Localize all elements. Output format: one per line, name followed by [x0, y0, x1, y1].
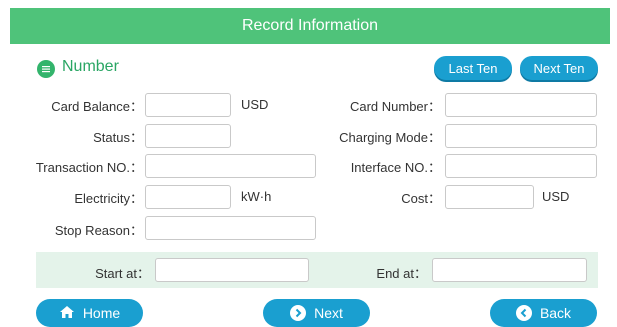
card-balance-unit: USD — [241, 97, 269, 112]
card-number-field[interactable] — [445, 93, 597, 117]
electricity-unit: kW·h — [241, 189, 272, 204]
list-icon — [37, 60, 55, 78]
card-balance-field[interactable] — [145, 93, 231, 117]
transaction-no-label: Transaction NO.： — [35, 160, 143, 175]
interface-no-field[interactable] — [445, 154, 597, 178]
start-at-field[interactable] — [155, 258, 309, 282]
end-at-label: End at： — [376, 266, 427, 281]
back-label: Back — [539, 305, 572, 321]
charging-mode-field[interactable] — [445, 124, 597, 148]
page-title: Record Information — [241, 17, 379, 34]
start-at-label: Start at： — [95, 266, 150, 281]
home-label: Home — [82, 305, 121, 321]
end-at-field[interactable] — [432, 258, 587, 282]
last-ten-button[interactable]: Last Ten — [434, 56, 512, 80]
interface-no-label: Interface NO.： — [350, 160, 441, 175]
arrow-right-icon — [290, 305, 307, 321]
cost-unit: USD — [542, 189, 570, 204]
last-ten-label: Last Ten — [448, 60, 498, 76]
next-label: Next — [314, 305, 343, 321]
home-button[interactable]: Home — [36, 299, 143, 327]
back-button[interactable]: Back — [490, 299, 597, 327]
next-ten-label: Next Ten — [533, 60, 585, 76]
page-header: Record Information — [10, 8, 610, 44]
electricity-label: Electricity： — [74, 191, 143, 206]
transaction-no-field[interactable] — [145, 154, 316, 178]
section-title: Number — [62, 58, 119, 75]
cost-field[interactable] — [445, 185, 534, 209]
status-field[interactable] — [145, 124, 231, 148]
stop-reason-field[interactable] — [145, 216, 316, 240]
next-ten-button[interactable]: Next Ten — [520, 56, 598, 80]
cost-label: Cost： — [401, 191, 441, 206]
card-balance-label: Card Balance： — [51, 99, 143, 114]
electricity-field[interactable] — [145, 185, 231, 209]
home-icon — [59, 305, 75, 322]
next-button[interactable]: Next — [263, 299, 370, 327]
card-number-label: Card Number： — [349, 99, 441, 114]
arrow-left-icon — [515, 305, 532, 321]
status-label: Status： — [93, 130, 143, 145]
stop-reason-label: Stop Reason： — [54, 223, 143, 238]
charging-mode-label: Charging Mode： — [339, 130, 441, 145]
